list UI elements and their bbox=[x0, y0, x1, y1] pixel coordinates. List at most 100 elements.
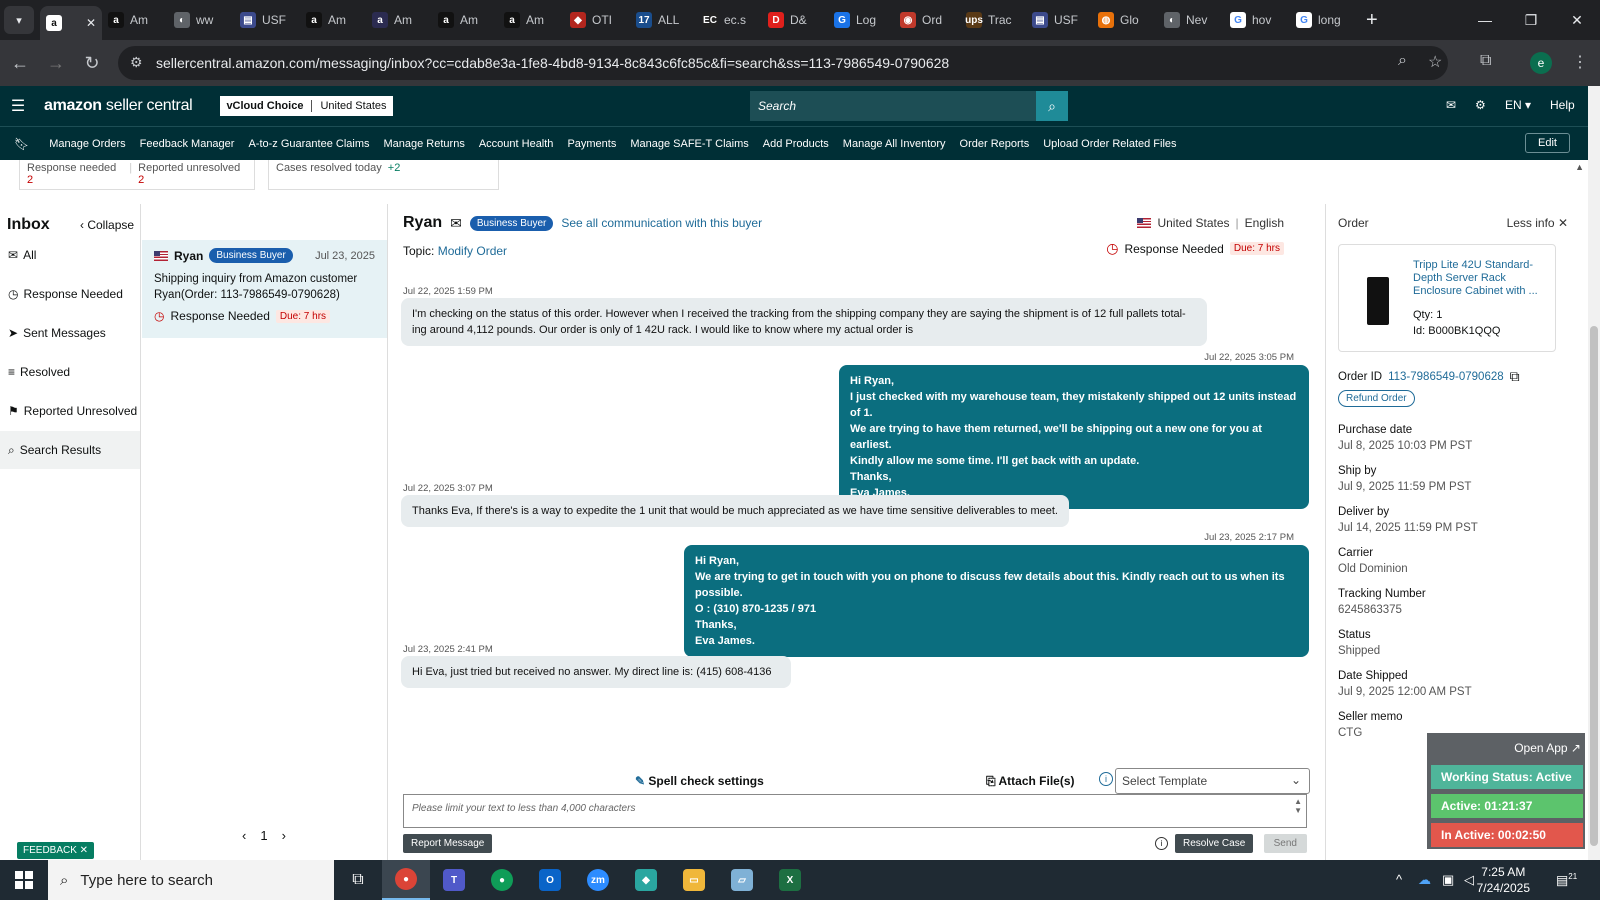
browser-tab[interactable]: 17 ALL bbox=[630, 5, 696, 35]
send-button[interactable]: Send bbox=[1263, 834, 1307, 853]
back-button[interactable]: ← bbox=[4, 47, 36, 79]
close-window-button[interactable]: ✕ bbox=[1554, 0, 1600, 40]
topic-value[interactable]: Modify Order bbox=[438, 244, 507, 258]
tab-search-button[interactable]: ▾ bbox=[4, 6, 34, 34]
browser-tab[interactable]: a Am bbox=[498, 5, 564, 35]
info-icon[interactable]: i bbox=[1099, 772, 1113, 786]
chrome-profile-taskbar-icon[interactable]: ● bbox=[478, 860, 526, 900]
file-explorer-taskbar-icon[interactable]: ▭ bbox=[670, 860, 718, 900]
menu-item[interactable]: Upload Order Related Files bbox=[1043, 138, 1176, 150]
mail-icon[interactable]: ✉ bbox=[1446, 98, 1456, 112]
product-name-link[interactable]: Tripp Lite 42U Standard-Depth Server Rac… bbox=[1413, 259, 1547, 298]
help-link[interactable]: Help bbox=[1550, 98, 1575, 112]
browser-tab[interactable]: Glong bbox=[1290, 5, 1356, 35]
excel-taskbar-icon[interactable]: X bbox=[766, 860, 814, 900]
browser-tab[interactable]: ▤ USF bbox=[234, 5, 300, 35]
notification-icon[interactable]: ▤21 bbox=[1556, 872, 1577, 888]
browser-tab[interactable]: ups Trac bbox=[960, 5, 1026, 35]
textarea-stepper-icon[interactable]: ▲ ▼ bbox=[1294, 797, 1302, 815]
bookmark-icon[interactable]: 🔖︎ bbox=[14, 137, 29, 151]
zoom-icon[interactable]: ⌕ bbox=[1398, 52, 1407, 70]
menu-item[interactable]: Order Reports bbox=[960, 138, 1030, 150]
less-info-button[interactable]: Less info ✕ bbox=[1507, 216, 1568, 230]
browser-tab[interactable]: G Log bbox=[828, 5, 894, 35]
forward-button[interactable]: → bbox=[40, 47, 72, 79]
collapse-up-icon[interactable]: ▲ bbox=[1575, 162, 1584, 172]
bookmark-star-icon[interactable]: ☆ bbox=[1428, 52, 1442, 72]
copy-icon[interactable]: ⧉ bbox=[1510, 368, 1520, 385]
notes-taskbar-icon[interactable]: ▱ bbox=[718, 860, 766, 900]
browser-tab[interactable]: a Am bbox=[102, 5, 168, 35]
minimize-button[interactable]: — bbox=[1462, 0, 1508, 40]
tab-active[interactable]: a ✕ bbox=[40, 6, 102, 40]
account-switcher[interactable]: vCloud Choice United States bbox=[220, 96, 393, 116]
page-scrollbar[interactable] bbox=[1588, 86, 1600, 860]
app-taskbar-icon[interactable]: ◆ bbox=[622, 860, 670, 900]
feedback-button[interactable]: FEEDBACK ✕ bbox=[17, 842, 95, 859]
inbox-filter-item[interactable]: ◷ Response Needed bbox=[0, 275, 140, 313]
hamburger-menu-icon[interactable]: ☰ bbox=[0, 96, 36, 116]
new-tab-button[interactable]: + bbox=[1366, 9, 1378, 32]
taskbar-search[interactable]: ⌕ Type here to search bbox=[48, 860, 334, 900]
zoom-taskbar-icon[interactable]: zm bbox=[574, 860, 622, 900]
menu-item[interactable]: Manage Returns bbox=[384, 138, 465, 150]
gear-icon[interactable]: ⚙ bbox=[1475, 98, 1486, 112]
next-page-icon[interactable]: › bbox=[282, 828, 286, 843]
browser-tab[interactable]: ◐ Nev bbox=[1158, 5, 1224, 35]
menu-item[interactable]: Account Health bbox=[479, 138, 554, 150]
menu-item[interactable]: Add Products bbox=[763, 138, 829, 150]
template-select[interactable]: Select Template ⌄ bbox=[1115, 768, 1310, 794]
inbox-filter-item[interactable]: ➤ Sent Messages bbox=[0, 314, 140, 352]
scrollbar-thumb[interactable] bbox=[1590, 326, 1598, 846]
browser-tab[interactable]: ◉ Ord bbox=[894, 5, 960, 35]
menu-item[interactable]: Manage SAFE-T Claims bbox=[630, 138, 748, 150]
start-button[interactable] bbox=[0, 860, 48, 900]
browser-tab[interactable]: EC ec.s bbox=[696, 5, 762, 35]
see-all-communication-link[interactable]: See all communication with this buyer bbox=[561, 216, 762, 230]
prev-page-icon[interactable]: ‹ bbox=[242, 828, 246, 843]
current-page[interactable]: 1 bbox=[260, 828, 267, 843]
site-info-icon[interactable]: ⚙ bbox=[130, 54, 143, 71]
browser-tab[interactable]: a Am bbox=[366, 5, 432, 35]
refund-order-button[interactable]: Refund Order bbox=[1338, 390, 1415, 407]
browser-tab[interactable]: a Am bbox=[432, 5, 498, 35]
seller-central-logo[interactable]: amazon seller central bbox=[44, 97, 193, 115]
inbox-filter-item[interactable]: ⌕ Search Results bbox=[0, 431, 140, 469]
browser-tab[interactable]: a Am bbox=[300, 5, 366, 35]
tab-close-icon[interactable]: ✕ bbox=[86, 16, 96, 30]
menu-item[interactable]: Feedback Manager bbox=[140, 138, 235, 150]
product-image[interactable] bbox=[1367, 277, 1389, 325]
search-button[interactable]: ⌕ bbox=[1036, 91, 1068, 121]
menu-item[interactable]: Manage Orders bbox=[49, 138, 125, 150]
browser-tab[interactable]: D D& bbox=[762, 5, 828, 35]
onedrive-icon[interactable]: ☁ bbox=[1418, 872, 1431, 888]
tray-chevron-icon[interactable]: ^ bbox=[1396, 872, 1402, 887]
chrome-taskbar-icon[interactable]: ● bbox=[382, 860, 430, 900]
report-message-button[interactable]: Report Message bbox=[403, 834, 493, 853]
inbox-filter-item[interactable]: ⚑ Reported Unresolved bbox=[0, 392, 140, 430]
browser-tab[interactable]: ◐ ww bbox=[168, 5, 234, 35]
url-bar[interactable]: ⚙ sellercentral.amazon.com/messaging/inb… bbox=[118, 46, 1448, 80]
inbox-filter-item[interactable]: ≡ Resolved bbox=[0, 353, 140, 391]
response-needed-stat[interactable]: Response needed 2 bbox=[27, 162, 123, 186]
order-id-link[interactable]: 113-7986549-0790628 bbox=[1388, 371, 1504, 383]
language-selector[interactable]: EN ▾ bbox=[1505, 98, 1531, 112]
browser-tab[interactable]: ◆ OTI bbox=[564, 5, 630, 35]
open-app-button[interactable]: Open App ↗ bbox=[1514, 741, 1581, 755]
profile-avatar[interactable]: e bbox=[1530, 52, 1552, 74]
volume-icon[interactable]: ◁ bbox=[1464, 872, 1474, 888]
menu-item[interactable]: Manage All Inventory bbox=[843, 138, 946, 150]
search-input[interactable] bbox=[750, 91, 1036, 121]
collapse-button[interactable]: ‹ Collapse bbox=[80, 218, 134, 232]
task-view-icon[interactable]: ⧉ bbox=[334, 860, 382, 900]
taskbar-clock[interactable]: 7:25 AM 7/24/2025 bbox=[1477, 864, 1530, 896]
network-icon[interactable]: ▣ bbox=[1442, 872, 1454, 888]
info-icon[interactable]: i bbox=[1155, 837, 1168, 850]
menu-item[interactable]: Payments bbox=[567, 138, 616, 150]
browser-tab[interactable]: ▤ USF bbox=[1026, 5, 1092, 35]
resolve-case-button[interactable]: Resolve Case bbox=[1175, 834, 1254, 853]
envelope-icon[interactable]: ✉ bbox=[450, 215, 462, 232]
browser-tab[interactable]: ◍ Glo bbox=[1092, 5, 1158, 35]
extensions-icon[interactable]: ⧉ bbox=[1480, 52, 1491, 70]
thread-item[interactable]: Ryan Business Buyer Jul 23, 2025 Shippin… bbox=[142, 240, 387, 338]
